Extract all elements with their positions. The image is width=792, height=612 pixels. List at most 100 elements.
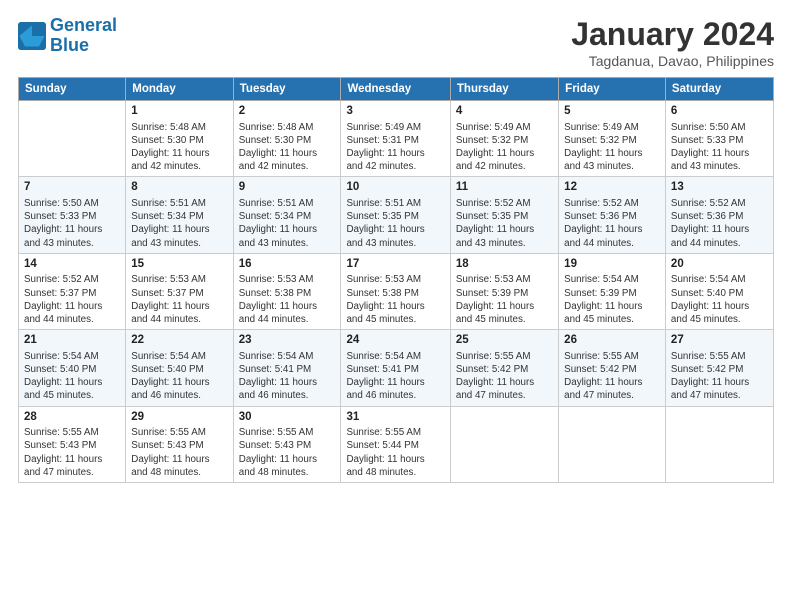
- day-info: Sunrise: 5:53 AM Sunset: 5:37 PM Dayligh…: [131, 273, 227, 326]
- col-friday: Friday: [559, 78, 666, 101]
- table-cell: 25Sunrise: 5:55 AM Sunset: 5:42 PM Dayli…: [450, 330, 558, 406]
- day-number: 21: [24, 333, 120, 349]
- table-cell: 24Sunrise: 5:54 AM Sunset: 5:41 PM Dayli…: [341, 330, 450, 406]
- day-info: Sunrise: 5:55 AM Sunset: 5:42 PM Dayligh…: [671, 350, 768, 403]
- day-info: Sunrise: 5:49 AM Sunset: 5:32 PM Dayligh…: [564, 121, 660, 174]
- table-cell: 18Sunrise: 5:53 AM Sunset: 5:39 PM Dayli…: [450, 253, 558, 329]
- day-info: Sunrise: 5:53 AM Sunset: 5:39 PM Dayligh…: [456, 273, 553, 326]
- day-info: Sunrise: 5:54 AM Sunset: 5:40 PM Dayligh…: [671, 273, 768, 326]
- month-title: January 2024: [571, 16, 774, 53]
- table-cell: 3Sunrise: 5:49 AM Sunset: 5:31 PM Daylig…: [341, 101, 450, 177]
- day-number: 7: [24, 180, 120, 196]
- day-info: Sunrise: 5:48 AM Sunset: 5:30 PM Dayligh…: [131, 121, 227, 174]
- table-cell: 28Sunrise: 5:55 AM Sunset: 5:43 PM Dayli…: [19, 406, 126, 482]
- day-info: Sunrise: 5:55 AM Sunset: 5:42 PM Dayligh…: [456, 350, 553, 403]
- day-info: Sunrise: 5:52 AM Sunset: 5:37 PM Dayligh…: [24, 273, 120, 326]
- day-number: 25: [456, 333, 553, 349]
- table-cell: 11Sunrise: 5:52 AM Sunset: 5:35 PM Dayli…: [450, 177, 558, 253]
- day-number: 29: [131, 410, 227, 426]
- table-cell: 13Sunrise: 5:52 AM Sunset: 5:36 PM Dayli…: [665, 177, 773, 253]
- day-info: Sunrise: 5:52 AM Sunset: 5:36 PM Dayligh…: [564, 197, 660, 250]
- day-number: 16: [239, 257, 336, 273]
- day-info: Sunrise: 5:51 AM Sunset: 5:34 PM Dayligh…: [131, 197, 227, 250]
- logo-icon: [18, 22, 46, 50]
- table-cell: 1Sunrise: 5:48 AM Sunset: 5:30 PM Daylig…: [126, 101, 233, 177]
- day-number: 28: [24, 410, 120, 426]
- table-cell: 2Sunrise: 5:48 AM Sunset: 5:30 PM Daylig…: [233, 101, 341, 177]
- table-cell: 27Sunrise: 5:55 AM Sunset: 5:42 PM Dayli…: [665, 330, 773, 406]
- table-cell: 9Sunrise: 5:51 AM Sunset: 5:34 PM Daylig…: [233, 177, 341, 253]
- day-number: 24: [346, 333, 444, 349]
- table-cell: [19, 101, 126, 177]
- day-info: Sunrise: 5:51 AM Sunset: 5:34 PM Dayligh…: [239, 197, 336, 250]
- day-number: 3: [346, 104, 444, 120]
- day-info: Sunrise: 5:55 AM Sunset: 5:42 PM Dayligh…: [564, 350, 660, 403]
- day-info: Sunrise: 5:55 AM Sunset: 5:44 PM Dayligh…: [346, 426, 444, 479]
- table-cell: 21Sunrise: 5:54 AM Sunset: 5:40 PM Dayli…: [19, 330, 126, 406]
- col-tuesday: Tuesday: [233, 78, 341, 101]
- table-cell: 8Sunrise: 5:51 AM Sunset: 5:34 PM Daylig…: [126, 177, 233, 253]
- logo: General Blue: [18, 16, 117, 56]
- table-cell: [450, 406, 558, 482]
- day-number: 31: [346, 410, 444, 426]
- day-info: Sunrise: 5:52 AM Sunset: 5:36 PM Dayligh…: [671, 197, 768, 250]
- day-number: 12: [564, 180, 660, 196]
- table-cell: 17Sunrise: 5:53 AM Sunset: 5:38 PM Dayli…: [341, 253, 450, 329]
- day-number: 23: [239, 333, 336, 349]
- day-info: Sunrise: 5:54 AM Sunset: 5:41 PM Dayligh…: [239, 350, 336, 403]
- day-number: 8: [131, 180, 227, 196]
- day-number: 15: [131, 257, 227, 273]
- day-number: 10: [346, 180, 444, 196]
- title-block: January 2024 Tagdanua, Davao, Philippine…: [571, 16, 774, 69]
- header-row: Sunday Monday Tuesday Wednesday Thursday…: [19, 78, 774, 101]
- table-cell: 12Sunrise: 5:52 AM Sunset: 5:36 PM Dayli…: [559, 177, 666, 253]
- day-number: 5: [564, 104, 660, 120]
- day-number: 19: [564, 257, 660, 273]
- table-cell: [559, 406, 666, 482]
- table-row: 28 Sunrise: 5:55 AM Sunset: 5:43 PM Dayli…: [19, 406, 774, 482]
- table-cell: 26Sunrise: 5:55 AM Sunset: 5:42 PM Dayli…: [559, 330, 666, 406]
- day-info: Sunrise: 5:49 AM Sunset: 5:31 PM Dayligh…: [346, 121, 444, 174]
- day-info: Sunrise: 5:50 AM Sunset: 5:33 PM Dayligh…: [24, 197, 120, 250]
- header: General Blue January 2024 Tagdanua, Dava…: [18, 16, 774, 69]
- table-cell: [665, 406, 773, 482]
- day-info: Sunrise: 5:51 AM Sunset: 5:35 PM Dayligh…: [346, 197, 444, 250]
- day-number: 18: [456, 257, 553, 273]
- table-cell: 15Sunrise: 5:53 AM Sunset: 5:37 PM Dayli…: [126, 253, 233, 329]
- day-info: Sunrise: 5:54 AM Sunset: 5:39 PM Dayligh…: [564, 273, 660, 326]
- table-cell: 6Sunrise: 5:50 AM Sunset: 5:33 PM Daylig…: [665, 101, 773, 177]
- day-info: Sunrise: 5:49 AM Sunset: 5:32 PM Dayligh…: [456, 121, 553, 174]
- day-info: Sunrise: 5:54 AM Sunset: 5:41 PM Dayligh…: [346, 350, 444, 403]
- day-info: Sunrise: 5:48 AM Sunset: 5:30 PM Dayligh…: [239, 121, 336, 174]
- table-cell: 22Sunrise: 5:54 AM Sunset: 5:40 PM Dayli…: [126, 330, 233, 406]
- day-number: 14: [24, 257, 120, 273]
- col-saturday: Saturday: [665, 78, 773, 101]
- table-cell: 29Sunrise: 5:55 AM Sunset: 5:43 PM Dayli…: [126, 406, 233, 482]
- day-number: 11: [456, 180, 553, 196]
- table-row: 21Sunrise: 5:54 AM Sunset: 5:40 PM Dayli…: [19, 330, 774, 406]
- day-number: 20: [671, 257, 768, 273]
- table-cell: 7Sunrise: 5:50 AM Sunset: 5:33 PM Daylig…: [19, 177, 126, 253]
- subtitle: Tagdanua, Davao, Philippines: [571, 53, 774, 69]
- table-cell: 30Sunrise: 5:55 AM Sunset: 5:43 PM Dayli…: [233, 406, 341, 482]
- day-number: 6: [671, 104, 768, 120]
- day-number: 9: [239, 180, 336, 196]
- day-info: Sunrise: 5:53 AM Sunset: 5:38 PM Dayligh…: [346, 273, 444, 326]
- day-info: Sunrise: 5:55 AM Sunset: 5:43 PM Dayligh…: [131, 426, 227, 479]
- table-cell: 4Sunrise: 5:49 AM Sunset: 5:32 PM Daylig…: [450, 101, 558, 177]
- table-cell: 5Sunrise: 5:49 AM Sunset: 5:32 PM Daylig…: [559, 101, 666, 177]
- day-info: Sunrise: 5:50 AM Sunset: 5:33 PM Dayligh…: [671, 121, 768, 174]
- day-number: 30: [239, 410, 336, 426]
- day-info: Sunrise: 5:54 AM Sunset: 5:40 PM Dayligh…: [131, 350, 227, 403]
- day-number: 26: [564, 333, 660, 349]
- table-cell: 16Sunrise: 5:53 AM Sunset: 5:38 PM Dayli…: [233, 253, 341, 329]
- col-sunday: Sunday: [19, 78, 126, 101]
- page: General Blue January 2024 Tagdanua, Dava…: [0, 0, 792, 612]
- col-monday: Monday: [126, 78, 233, 101]
- table-row: 14Sunrise: 5:52 AM Sunset: 5:37 PM Dayli…: [19, 253, 774, 329]
- table-cell: 19Sunrise: 5:54 AM Sunset: 5:39 PM Dayli…: [559, 253, 666, 329]
- day-info: Sunrise: 5:52 AM Sunset: 5:35 PM Dayligh…: [456, 197, 553, 250]
- day-number: 27: [671, 333, 768, 349]
- table-row: 7Sunrise: 5:50 AM Sunset: 5:33 PM Daylig…: [19, 177, 774, 253]
- day-info: Sunrise: 5:54 AM Sunset: 5:40 PM Dayligh…: [24, 350, 120, 403]
